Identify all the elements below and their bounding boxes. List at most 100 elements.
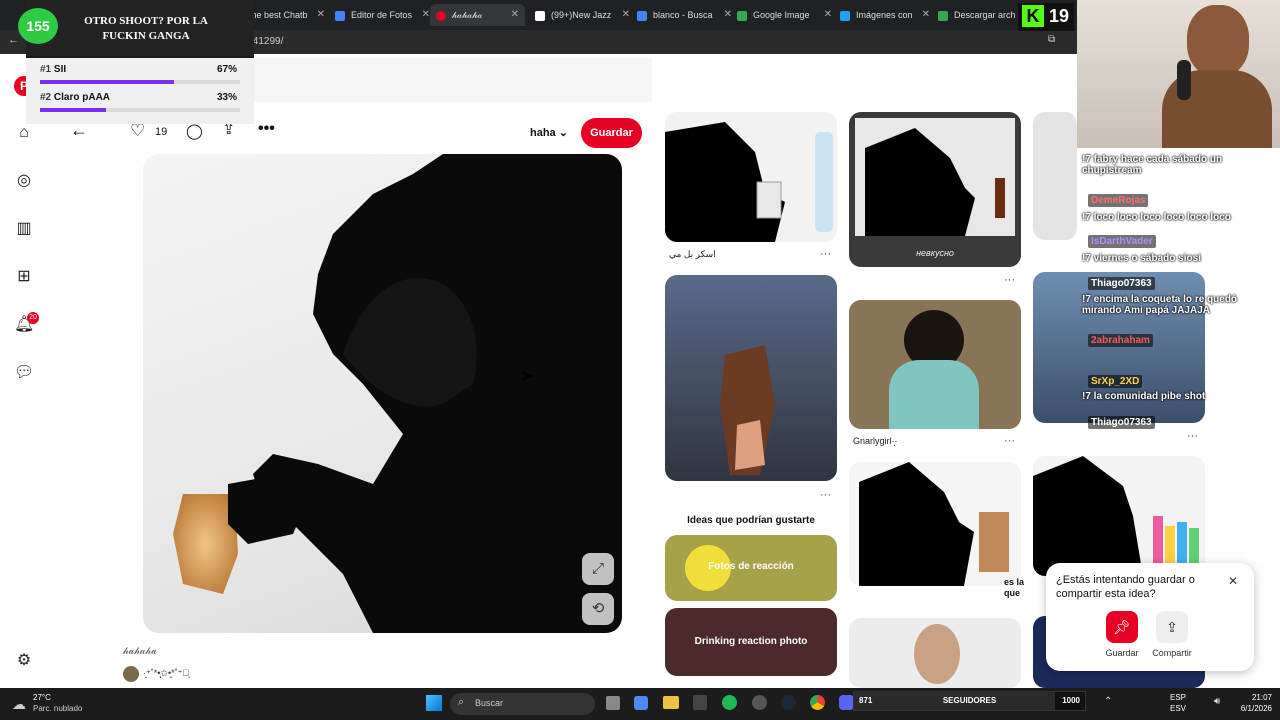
spotify-icon[interactable] (722, 695, 737, 710)
more-options-icon[interactable]: ··· (1004, 274, 1015, 286)
close-icon[interactable]: ✕ (317, 4, 325, 26)
weather-icon[interactable]: ☁ (12, 696, 26, 713)
back-icon[interactable]: ← (8, 34, 19, 46)
url-field[interactable]: 5840241299/ (225, 33, 1055, 51)
volume-icon[interactable]: 🔊︎ (1214, 696, 1220, 707)
expand-icon[interactable]: ⤢ (582, 553, 614, 585)
idea-label: Drinking reaction photo (694, 636, 808, 647)
grid-pin[interactable]: невкусно (849, 112, 1021, 267)
comment-icon[interactable]: ◯ (186, 122, 203, 140)
boards-icon[interactable]: ▥ (14, 219, 34, 239)
more-options-icon[interactable]: ··· (820, 248, 831, 260)
close-icon[interactable]: ✕ (922, 4, 930, 26)
pin-main-image[interactable]: ⤢ ⟲ (143, 154, 622, 633)
heart-icon[interactable]: ♡ (130, 121, 145, 141)
kick-logo: K (1022, 5, 1044, 27)
tab-favicon (637, 10, 647, 21)
poll-bar-fill (40, 80, 174, 84)
messages-icon[interactable]: 💬︎ (14, 363, 34, 383)
browser-tab[interactable]: Google Image ✕ (737, 4, 832, 26)
stream-poll-overlay: 155 OTRO SHOOT? POR LA FUCKIN GANGA #1 S… (18, 0, 254, 124)
chat-username: IsDarthVader (1088, 235, 1156, 248)
settings-icon[interactable]: ⚙ (14, 651, 34, 671)
browser-tab-active[interactable]: 𝒽𝒶𝒽𝒶𝒽𝒶 ✕ (430, 4, 525, 26)
idea-card[interactable]: Fotos de reacción (665, 535, 837, 601)
file-explorer-icon[interactable] (663, 696, 679, 709)
ideas-title: Ideas que podrían gustarte (687, 515, 815, 526)
app-icon[interactable] (693, 695, 707, 710)
browser-tab[interactable]: (99+)New Jazz ✕ (535, 4, 630, 26)
tab-favicon (840, 10, 850, 21)
browser-tab[interactable]: blanco - Busca ✕ (637, 4, 732, 26)
clock-date[interactable]: 6/1/2026 (1222, 704, 1272, 713)
avatar[interactable] (123, 666, 139, 682)
cast-icon[interactable]: ⧉ (1048, 34, 1055, 45)
poll-options: #1 SII 67% #2 Claro pAAA 33% (26, 56, 254, 124)
face-image (1187, 5, 1249, 77)
search-placeholder: Buscar (475, 698, 504, 708)
grid-pin[interactable] (1033, 456, 1205, 576)
grid-pin[interactable] (1033, 112, 1077, 240)
poll-option-label: SII (53, 64, 67, 75)
idea-card[interactable]: Drinking reaction photo (665, 608, 837, 676)
chat-username: 2abrahaham (1088, 334, 1153, 347)
close-icon[interactable]: ✕ (724, 4, 732, 26)
grid-pin[interactable] (849, 462, 1021, 586)
close-icon[interactable]: ✕ (1228, 574, 1238, 588)
visual-search-icon[interactable]: ⟲ (582, 593, 614, 625)
home-icon[interactable]: ⌂ (14, 123, 34, 143)
save-button[interactable]: Guardar (581, 118, 642, 148)
close-icon[interactable]: ✕ (824, 4, 832, 26)
tab-label: 𝒽𝒶𝒽𝒶𝒽𝒶 (452, 10, 483, 20)
pin-save-icon[interactable]: 📌︎ (1106, 611, 1138, 643)
close-icon[interactable]: ✕ (622, 4, 630, 26)
grid-pin[interactable] (849, 300, 1021, 429)
tab-favicon (737, 10, 747, 21)
create-icon[interactable]: ⊞ (14, 267, 34, 287)
chevron-up-icon[interactable]: ⌃ (1104, 696, 1112, 707)
poll-option: #2 Claro pAAA (40, 92, 110, 103)
poll-bar-track (40, 80, 240, 84)
stream-chat-overlay: !7 fabry hace cada sábado un chupistream… (1078, 148, 1278, 448)
clock-time[interactable]: 21:07 (1232, 693, 1272, 702)
app-icon[interactable] (752, 695, 767, 710)
grid-pin[interactable] (849, 618, 1021, 688)
person-image (889, 360, 979, 429)
author-handle[interactable]: ·͙⁺˚*•̩̩͙✩•̩̩͙*˚⁺‧͙ (143, 668, 189, 679)
silhouette-image (859, 462, 1009, 586)
like-count: 19 (155, 126, 168, 138)
more-options-icon[interactable]: ··· (1004, 435, 1015, 447)
browser-tab[interactable]: Descargar arch (938, 4, 1018, 26)
explore-icon[interactable]: ◎ (14, 171, 34, 191)
grid-pin[interactable] (665, 275, 837, 481)
face-image (914, 624, 960, 684)
pin-caption: اسكر بل مي (669, 249, 716, 259)
pinterest-favicon (436, 10, 446, 21)
followers-goal-bar: 871 SEGUIDORES 1000 (853, 691, 1086, 711)
steam-icon[interactable] (781, 695, 796, 710)
close-icon[interactable]: ✕ (422, 4, 430, 26)
poll-count-badge: 155 (18, 8, 58, 44)
silhouette-image (173, 154, 622, 633)
browser-tab[interactable]: Imágenes con ✕ (840, 4, 930, 26)
share-icon[interactable]: ⇪ (1156, 611, 1188, 643)
chrome-icon[interactable] (810, 695, 825, 710)
taskbar-search[interactable]: ⌕ Buscar (450, 693, 595, 715)
tab-favicon (535, 10, 545, 21)
windows-start-icon[interactable] (426, 695, 442, 711)
language[interactable]: ESP (1170, 693, 1186, 702)
search-icon: ⌕ (458, 696, 465, 708)
tab-favicon (938, 10, 948, 21)
browser-tab[interactable]: Editor de Fotos ✕ (335, 4, 430, 26)
board-select[interactable]: haha ⌄ (530, 126, 568, 139)
copilot-icon[interactable] (634, 696, 648, 710)
grid-pin[interactable] (665, 112, 837, 242)
keyboard-layout[interactable]: ESV (1170, 704, 1186, 713)
more-options-icon[interactable]: ··· (820, 489, 831, 501)
more-options-icon[interactable]: ••• (258, 120, 275, 138)
chat-username: Thiago07363 (1088, 277, 1155, 290)
poll-question: OTRO SHOOT? POR LA FUCKIN GANGA (84, 15, 208, 42)
close-icon[interactable]: ✕ (511, 4, 519, 26)
discord-icon[interactable] (839, 695, 854, 710)
task-view-icon[interactable] (606, 696, 620, 710)
